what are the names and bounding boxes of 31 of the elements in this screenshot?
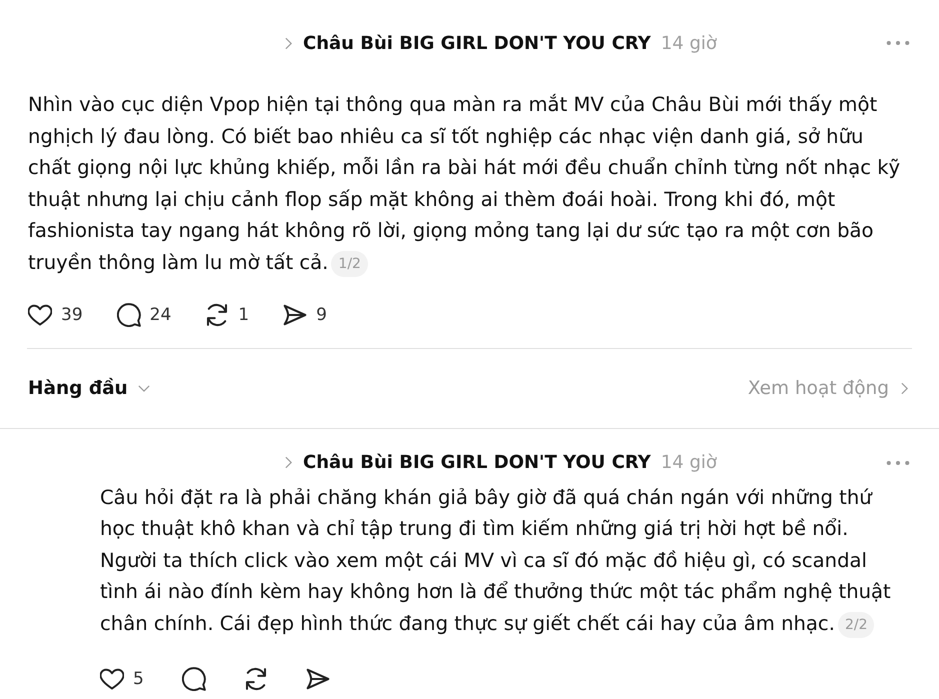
paper-plane-icon: [283, 302, 308, 327]
reply-button[interactable]: 24: [116, 302, 172, 327]
reply-button[interactable]: [182, 666, 206, 691]
chevron-right-icon: [901, 382, 908, 396]
repost-icon: [205, 302, 230, 327]
post-text: Nhìn vào cục diện Vpop hiện tại thông qua màn ra mắt MV của Châu Bùi mới thấy một nghịch lý đau lòng. Có biết bao nhiêu ca sĩ tốt nghiệp các nhạc viện danh giá, sở hữu chất giọng nội lực khủng khiếp, mỗi lần ra bài hát mới đều chuẩn chỉnh từng nốt nhạc kỹ thuật nhưng lại chịu cảnh flop sấp mặt không ai thèm đoái hoài. Trong khi đó, một fashionista tay ngang hát không rõ lời, giọng mỏng tang lại dư sức tạo ra một cơn bão truyền thông làm lu mờ tất cả. 1/2: [28, 89, 908, 279]
heart-icon: [28, 302, 52, 327]
more-icon[interactable]: [886, 460, 910, 466]
heart-icon: [100, 666, 124, 691]
topic-title[interactable]: Châu Bùi BIG GIRL DON'T YOU CRY: [303, 32, 651, 54]
chevron-right-icon: [285, 456, 292, 470]
post-text: Câu hỏi đặt ra là phải chăng khán giả bây giờ đã quá chán ngán với những thứ học thuật khô khan và chỉ tập trung đi tìm kiếm những giá trị hời hợt bề nổi. Người ta thích click vào xem một cái MV vì ca sĩ đó mặc đồ hiệu gì, có scandal tình ái nào đính kèm hay không hơn là để thưởng thức một tác phẩm nghệ thuật chân chính. Cái đẹp hình thức đang thực sự giết chết cái hay của âm nhạc. 2/2: [100, 482, 905, 640]
speech-bubble-icon: [182, 666, 206, 691]
share-button[interactable]: 9: [283, 302, 327, 327]
repost-button[interactable]: [244, 666, 268, 691]
topic-title[interactable]: Châu Bùi BIG GIRL DON'T YOU CRY: [303, 452, 651, 474]
sort-dropdown[interactable]: Hàng đầu: [28, 378, 150, 400]
chevron-right-icon: [285, 36, 292, 50]
share-button[interactable]: [306, 666, 330, 691]
paper-plane-icon: [306, 666, 330, 691]
like-button[interactable]: 39: [28, 302, 83, 327]
more-icon[interactable]: [886, 40, 910, 46]
chevron-down-icon: [138, 385, 150, 392]
post-time: 14 giờ: [660, 452, 717, 474]
page-count-badge: 2/2: [838, 612, 874, 638]
post-time: 14 giờ: [660, 32, 717, 54]
repost-icon: [244, 666, 268, 691]
repost-button[interactable]: 1: [205, 302, 250, 327]
page-count-badge: 1/2: [331, 250, 368, 277]
like-button[interactable]: 5: [100, 666, 144, 691]
speech-bubble-icon: [116, 302, 141, 327]
